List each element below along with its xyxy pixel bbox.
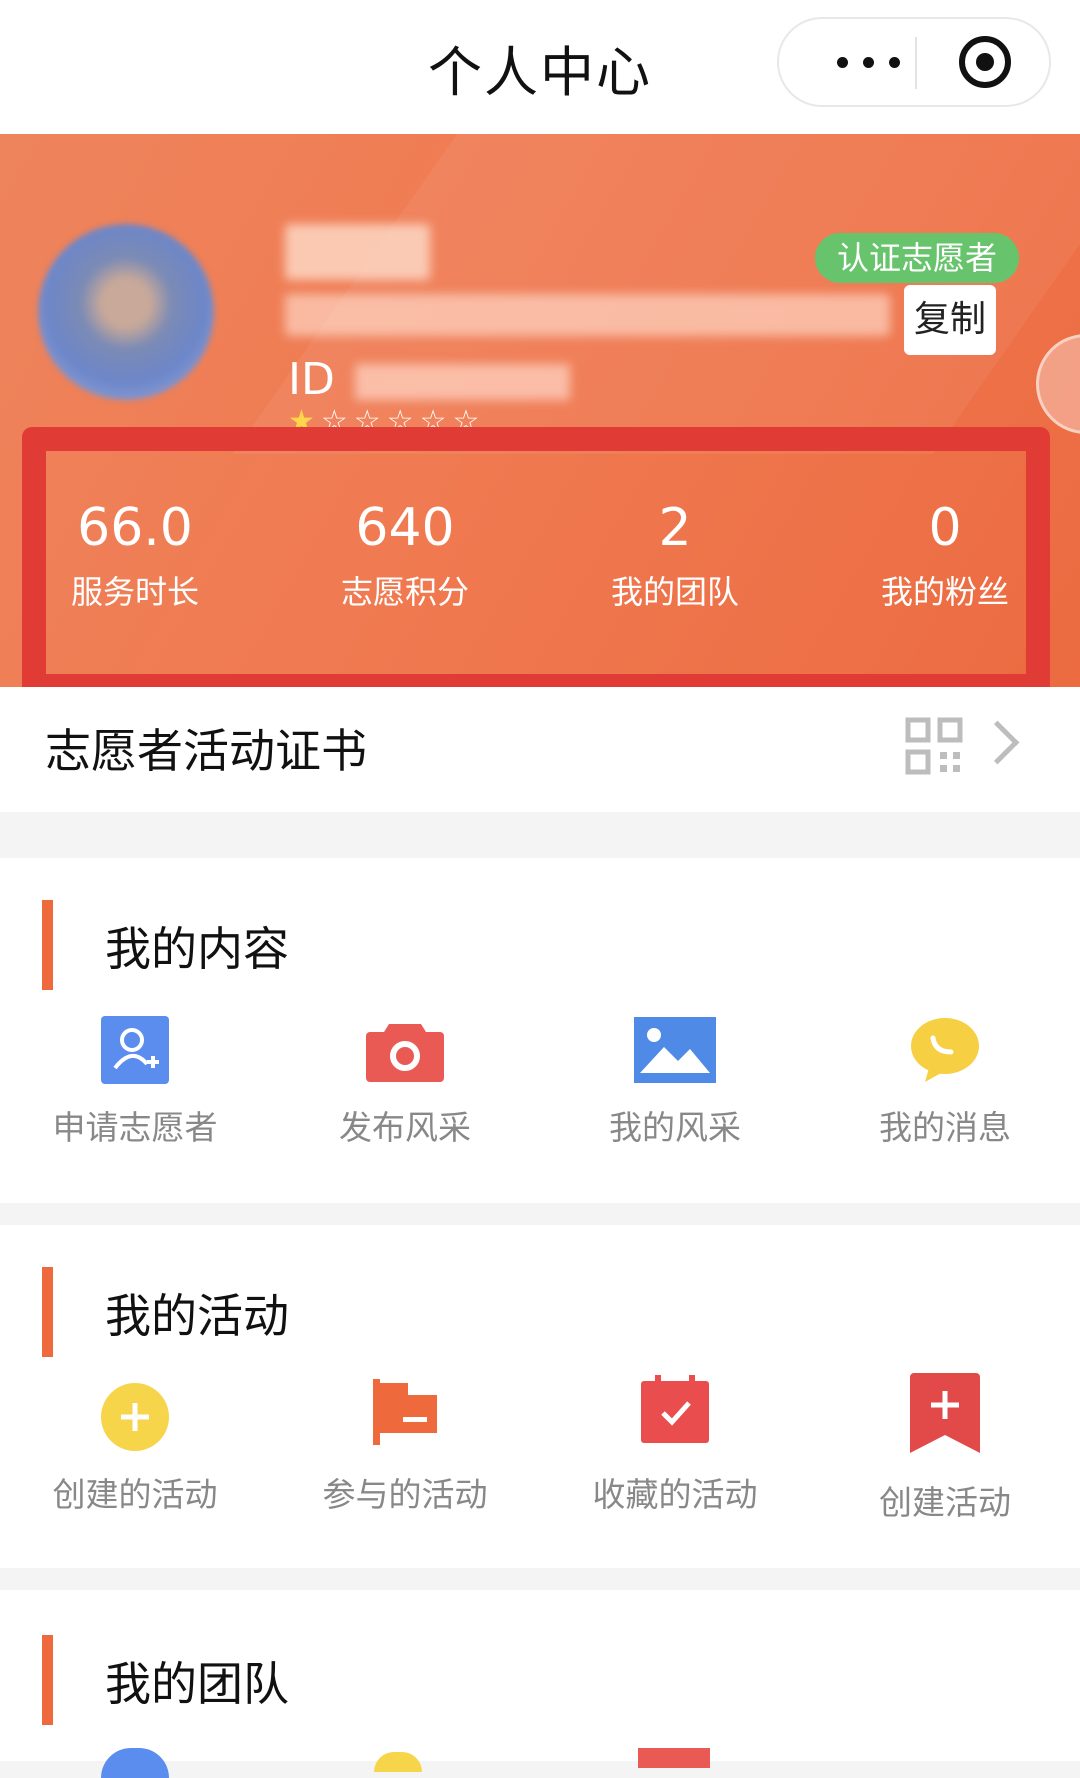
team-icon-partial	[374, 1752, 422, 1772]
section-accent-bar	[42, 1635, 53, 1725]
section-accent-bar	[42, 1267, 53, 1357]
item-label: 我的风采	[609, 1108, 741, 1147]
chevron-right-icon	[975, 720, 1020, 765]
section-title: 我的团队	[105, 1657, 289, 1711]
stat-my-fans[interactable]: 0 我的粉丝	[810, 493, 1080, 617]
item-label: 参与的活动	[322, 1475, 488, 1514]
item-label: 创建活动	[879, 1483, 1011, 1522]
my-team-section: 我的团队	[0, 1590, 1080, 1778]
user-id-label: ID	[288, 354, 335, 405]
stat-value: 66.0	[77, 498, 193, 558]
publish-showcase-button[interactable]: 发布风采	[270, 1016, 540, 1156]
flag-icon	[373, 1379, 437, 1445]
add-user-icon	[101, 1016, 169, 1084]
qr-code-icon	[905, 717, 963, 775]
stat-value: 2	[658, 498, 692, 558]
item-label: 发布风采	[339, 1108, 471, 1147]
created-activities-button[interactable]: 创建的活动	[0, 1383, 270, 1523]
mini-program-capsule	[777, 17, 1051, 107]
my-messages-button[interactable]: 我的消息	[810, 1016, 1080, 1156]
title-bar: 个人中心	[0, 0, 1080, 134]
section-title: 我的内容	[105, 922, 289, 976]
copy-button[interactable]: 复制	[904, 285, 996, 355]
my-showcase-button[interactable]: 我的风采	[540, 1016, 810, 1156]
stat-my-teams[interactable]: 2 我的团队	[540, 493, 810, 617]
blurred-username	[285, 224, 430, 280]
item-label: 申请志愿者	[52, 1108, 218, 1147]
stat-volunteer-points[interactable]: 640 志愿积分	[270, 493, 540, 617]
team-icon-partial	[101, 1748, 169, 1778]
certified-volunteer-badge: 认证志愿者	[815, 233, 1019, 283]
bookmark-plus-icon	[910, 1373, 980, 1453]
item-label: 创建的活动	[52, 1475, 218, 1514]
chat-bubble-icon	[911, 1018, 979, 1082]
joined-activities-button[interactable]: 参与的活动	[270, 1379, 540, 1523]
stat-label: 我的粉丝	[880, 573, 1009, 611]
my-activities-section: 我的活动 创建的活动 参与的活动 收藏的活动 创建活动	[0, 1225, 1080, 1568]
stat-label: 我的团队	[610, 573, 739, 611]
section-title: 我的活动	[105, 1289, 289, 1343]
avatar[interactable]	[38, 224, 214, 400]
camera-icon	[366, 1024, 444, 1082]
stat-label: 服务时长	[70, 573, 199, 611]
blurred-user-id	[355, 364, 570, 400]
section-accent-bar	[42, 900, 53, 990]
calendar-check-icon	[641, 1375, 709, 1443]
apply-volunteer-button[interactable]: 申请志愿者	[0, 1016, 270, 1156]
stat-service-hours[interactable]: 66.0 服务时长	[0, 493, 270, 617]
team-icon-partial	[638, 1748, 710, 1768]
certificate-row[interactable]: 志愿者活动证书	[0, 687, 1080, 812]
item-label: 我的消息	[879, 1108, 1011, 1147]
side-float-button[interactable]	[1036, 334, 1080, 434]
image-icon	[634, 1017, 716, 1083]
stat-value: 0	[928, 498, 962, 558]
certificate-title: 志愿者活动证书	[45, 724, 367, 778]
plus-circle-icon	[101, 1383, 169, 1451]
capsule-divider	[915, 37, 917, 89]
saved-activities-button[interactable]: 收藏的活动	[540, 1375, 810, 1523]
my-content-section: 我的内容 申请志愿者 发布风采 我的风采 我的消息	[0, 858, 1080, 1203]
stat-value: 640	[355, 498, 455, 558]
item-label: 收藏的活动	[592, 1475, 758, 1514]
blurred-user-info	[285, 294, 890, 336]
more-dots-icon[interactable]	[819, 19, 919, 105]
create-activity-button[interactable]: 创建活动	[810, 1373, 1080, 1523]
stat-label: 志愿积分	[340, 573, 469, 611]
target-icon[interactable]	[959, 36, 1011, 88]
